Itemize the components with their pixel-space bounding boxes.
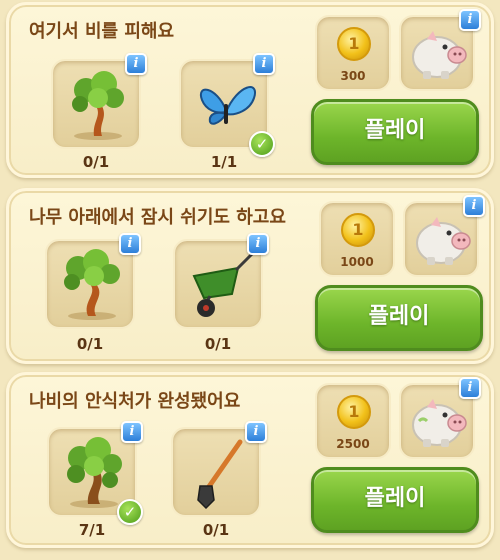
coin-icon: 1: [341, 213, 375, 247]
quest-card-2: 나무 아래에서 잠시 쉬기도 하고요 i 0/1 i 0/1 1 1000 i …: [6, 188, 494, 364]
info-icon[interactable]: i: [459, 377, 481, 399]
piggy-bank-reward[interactable]: i: [399, 377, 481, 459]
quest-item-shovel[interactable]: i: [171, 421, 267, 517]
quest-title: 나비의 안식처가 완성됐어요: [29, 391, 241, 412]
info-icon[interactable]: i: [463, 195, 485, 217]
coin-icon: 1: [337, 27, 371, 61]
item-progress: 0/1: [204, 335, 232, 353]
reward-coin-amount: 1000: [340, 255, 374, 269]
info-icon[interactable]: i: [247, 233, 269, 255]
piggy-bank-icon: [412, 31, 467, 79]
quest-title: 여기서 비를 피해요: [29, 21, 175, 42]
info-icon[interactable]: i: [121, 421, 143, 443]
wheelbarrow-icon: [192, 252, 254, 317]
quest-item-tree[interactable]: i ✓: [47, 421, 143, 525]
item-progress: 0/1: [82, 153, 110, 171]
piggy-bank-icon: [412, 399, 467, 447]
tree-icon: [72, 71, 124, 140]
quest-title: 나무 아래에서 잠시 쉬기도 하고요: [29, 207, 286, 228]
item-progress: 1/1: [210, 153, 238, 171]
info-icon[interactable]: i: [125, 53, 147, 75]
item-progress: 7/1: [78, 521, 106, 539]
quest-item-wheelbarrow[interactable]: i: [173, 233, 269, 329]
quest-item-butterfly[interactable]: i ✓: [179, 53, 275, 157]
tree-icon: [64, 249, 120, 320]
item-progress: 0/1: [202, 521, 230, 539]
play-button[interactable]: 플레이: [311, 467, 479, 533]
item-progress: 0/1: [76, 335, 104, 353]
quest-item-tree[interactable]: i: [51, 53, 147, 149]
quest-card-3: 나비의 안식처가 완성됐어요 i ✓ 7/1 i 0/1 1 2500 i 플레…: [6, 372, 494, 548]
play-button[interactable]: 플레이: [315, 285, 483, 351]
reward-coin-amount: 300: [340, 69, 366, 83]
piggy-bank-reward[interactable]: i: [399, 9, 481, 91]
info-icon[interactable]: i: [253, 53, 275, 75]
play-button[interactable]: 플레이: [311, 99, 479, 165]
reward-coins: 1 300: [315, 15, 391, 91]
piggy-bank-reward[interactable]: i: [403, 195, 485, 277]
coin-icon: 1: [337, 395, 371, 429]
shovel-icon: [197, 439, 243, 510]
reward-coins: 1 1000: [319, 201, 395, 277]
quest-card-1: 여기서 비를 피해요 i 0/1 i ✓ 1/1 1 300 i 플레이: [6, 2, 494, 178]
info-icon[interactable]: i: [245, 421, 267, 443]
piggy-bank-icon: [416, 217, 471, 265]
info-icon[interactable]: i: [119, 233, 141, 255]
reward-coin-amount: 2500: [336, 437, 370, 451]
reward-coins: 1 2500: [315, 383, 391, 459]
info-icon[interactable]: i: [459, 9, 481, 31]
quest-item-tree[interactable]: i: [45, 233, 141, 329]
